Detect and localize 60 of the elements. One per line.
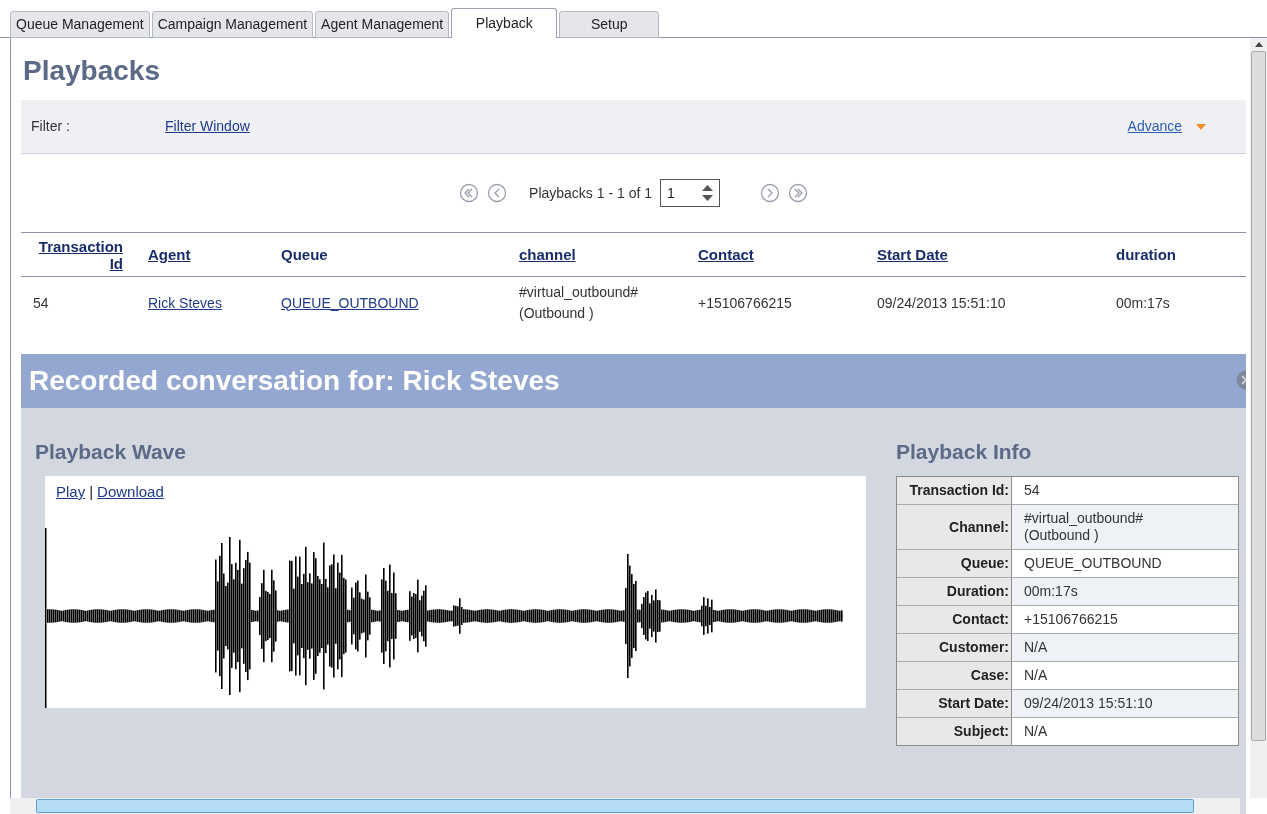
column-header: Queue bbox=[281, 246, 329, 263]
info-label: Contact: bbox=[897, 606, 1012, 633]
info-value: N/A bbox=[1012, 662, 1238, 689]
first-page-button[interactable] bbox=[459, 183, 480, 203]
link-separator: | bbox=[89, 482, 94, 502]
scrollbar-thumb[interactable] bbox=[36, 799, 1194, 813]
info-value: 09/24/2013 15:51:10 bbox=[1012, 690, 1238, 717]
info-value: N/A bbox=[1012, 718, 1238, 745]
horizontal-scrollbar[interactable] bbox=[10, 798, 1240, 814]
previous-page-button[interactable] bbox=[487, 183, 508, 203]
recording-title: Recorded conversation for: Rick Steves bbox=[28, 364, 560, 398]
tab[interactable]: Playback bbox=[451, 8, 558, 38]
column-header[interactable]: Transaction Id bbox=[23, 237, 123, 272]
info-label: Queue: bbox=[897, 550, 1012, 577]
dropdown-arrow-icon[interactable] bbox=[1196, 123, 1207, 130]
info-label: Customer: bbox=[897, 634, 1012, 661]
tab[interactable]: Queue Management bbox=[10, 11, 150, 38]
table-cell: +15106766215 bbox=[698, 294, 792, 311]
column-header[interactable]: Start Date bbox=[877, 246, 1116, 263]
page-number-field[interactable]: 1 bbox=[660, 179, 720, 207]
info-value: 54 bbox=[1012, 477, 1238, 504]
column-header[interactable]: Contact bbox=[698, 246, 877, 263]
tab[interactable]: Agent Management bbox=[315, 11, 450, 38]
info-label: Case: bbox=[897, 662, 1012, 689]
spinner-arrows-icon[interactable] bbox=[702, 185, 713, 201]
vertical-scrollbar[interactable] bbox=[1250, 38, 1267, 798]
info-label: Start Date: bbox=[897, 690, 1012, 717]
info-label: Transaction Id: bbox=[897, 477, 1012, 504]
info-value: QUEUE_OUTBOUND bbox=[1012, 550, 1238, 577]
table-link[interactable]: Rick Steves bbox=[148, 294, 222, 311]
play-link[interactable]: Play bbox=[56, 481, 86, 504]
filter-window-link[interactable]: Filter Window bbox=[165, 116, 250, 137]
column-header[interactable]: channel bbox=[519, 246, 698, 263]
info-label: Duration: bbox=[897, 578, 1012, 605]
info-value: 00m:17s bbox=[1012, 578, 1238, 605]
table-cell: 09/24/2013 15:51:10 bbox=[877, 294, 1006, 311]
scrollbar-thumb[interactable] bbox=[1251, 51, 1266, 741]
advance-link[interactable]: Advance bbox=[1127, 116, 1183, 137]
tab[interactable]: Setup bbox=[559, 11, 660, 38]
column-header: duration bbox=[1116, 246, 1177, 263]
info-label: Subject: bbox=[897, 718, 1012, 745]
table-cell: #virtual_outbound# (Outbound ) bbox=[519, 284, 639, 321]
tab[interactable]: Campaign Management bbox=[151, 11, 314, 38]
download-link[interactable]: Download bbox=[97, 481, 164, 504]
info-value: N/A bbox=[1012, 634, 1238, 661]
section-title: Playback Wave bbox=[35, 439, 187, 465]
scroll-up-arrow-icon[interactable] bbox=[1254, 42, 1263, 47]
pagination-summary: Playbacks 1 - 1 of 1 bbox=[529, 183, 652, 203]
info-value: #virtual_outbound# (Outbound ) bbox=[1012, 505, 1238, 549]
info-value: +15106766215 bbox=[1012, 606, 1238, 633]
info-label: Channel: bbox=[897, 505, 1012, 549]
table-link[interactable]: QUEUE_OUTBOUND bbox=[281, 294, 419, 311]
section-title: Playback Info bbox=[896, 439, 1033, 465]
page-title: Playbacks bbox=[22, 54, 161, 88]
column-header[interactable]: Agent bbox=[148, 246, 281, 263]
table-cell: 54 bbox=[33, 294, 49, 311]
last-page-button[interactable] bbox=[788, 183, 808, 203]
table-cell: 00m:17s bbox=[1116, 294, 1170, 311]
next-page-button[interactable] bbox=[760, 183, 780, 203]
filter-label: Filter : bbox=[30, 117, 71, 136]
